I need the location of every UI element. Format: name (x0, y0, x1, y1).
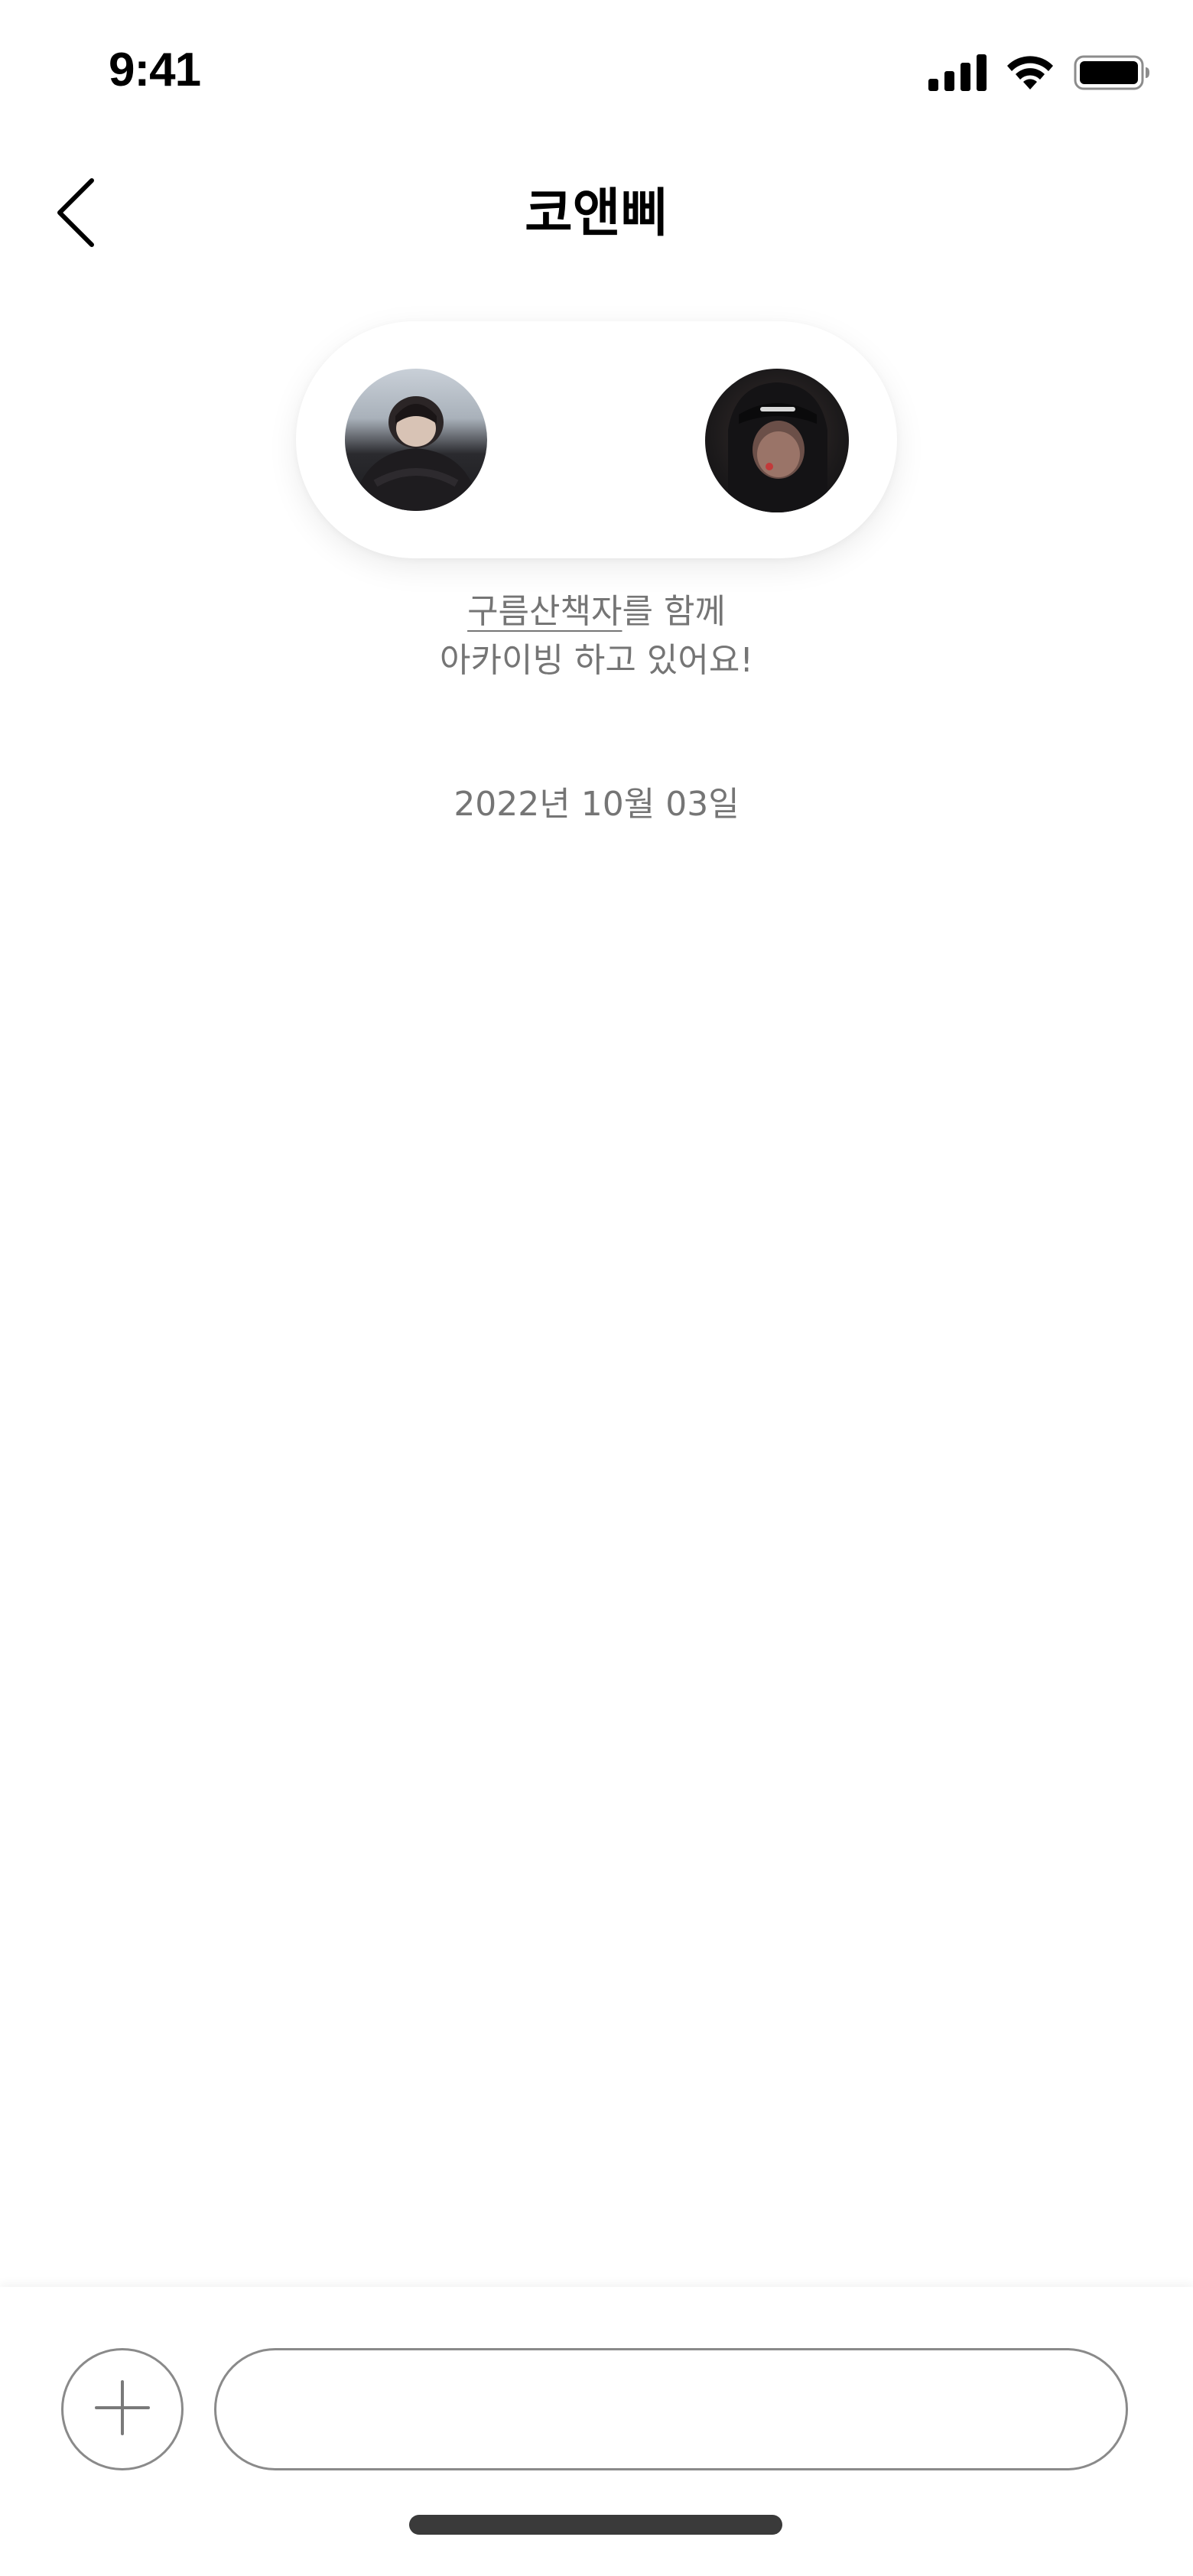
back-button[interactable] (31, 161, 122, 268)
status-time: 9:41 (109, 44, 201, 96)
avatar[interactable] (705, 369, 849, 512)
archive-message: 구름산책자를 함께 아카이빙 하고 있어요! (291, 587, 902, 685)
message-composer (0, 2287, 1193, 2576)
avatar[interactable] (345, 369, 487, 511)
home-indicator (409, 2515, 782, 2535)
status-bar: 9:41 (0, 0, 1193, 145)
chevron-left-icon (54, 176, 99, 252)
navigation-bar: 코앤삐 (0, 145, 1193, 283)
date-label: 2022년 10월 03일 (453, 785, 740, 824)
walker-name-link[interactable]: 구름산책자 (467, 592, 622, 631)
message-input[interactable] (214, 2348, 1128, 2470)
battery-icon (1074, 54, 1150, 94)
archive-message-suffix: 를 함께 (622, 592, 726, 631)
archive-message-line1: 구름산책자를 함께 (291, 587, 902, 636)
cellular-signal-icon (928, 54, 987, 94)
status-icons (928, 47, 1150, 101)
archive-message-line2: 아카이빙 하고 있어요! (440, 641, 753, 680)
page-title: 코앤삐 (525, 184, 668, 244)
plus-icon (93, 2379, 151, 2440)
add-button[interactable] (61, 2348, 184, 2470)
wifi-icon (1005, 54, 1055, 94)
participants-card (296, 321, 897, 558)
